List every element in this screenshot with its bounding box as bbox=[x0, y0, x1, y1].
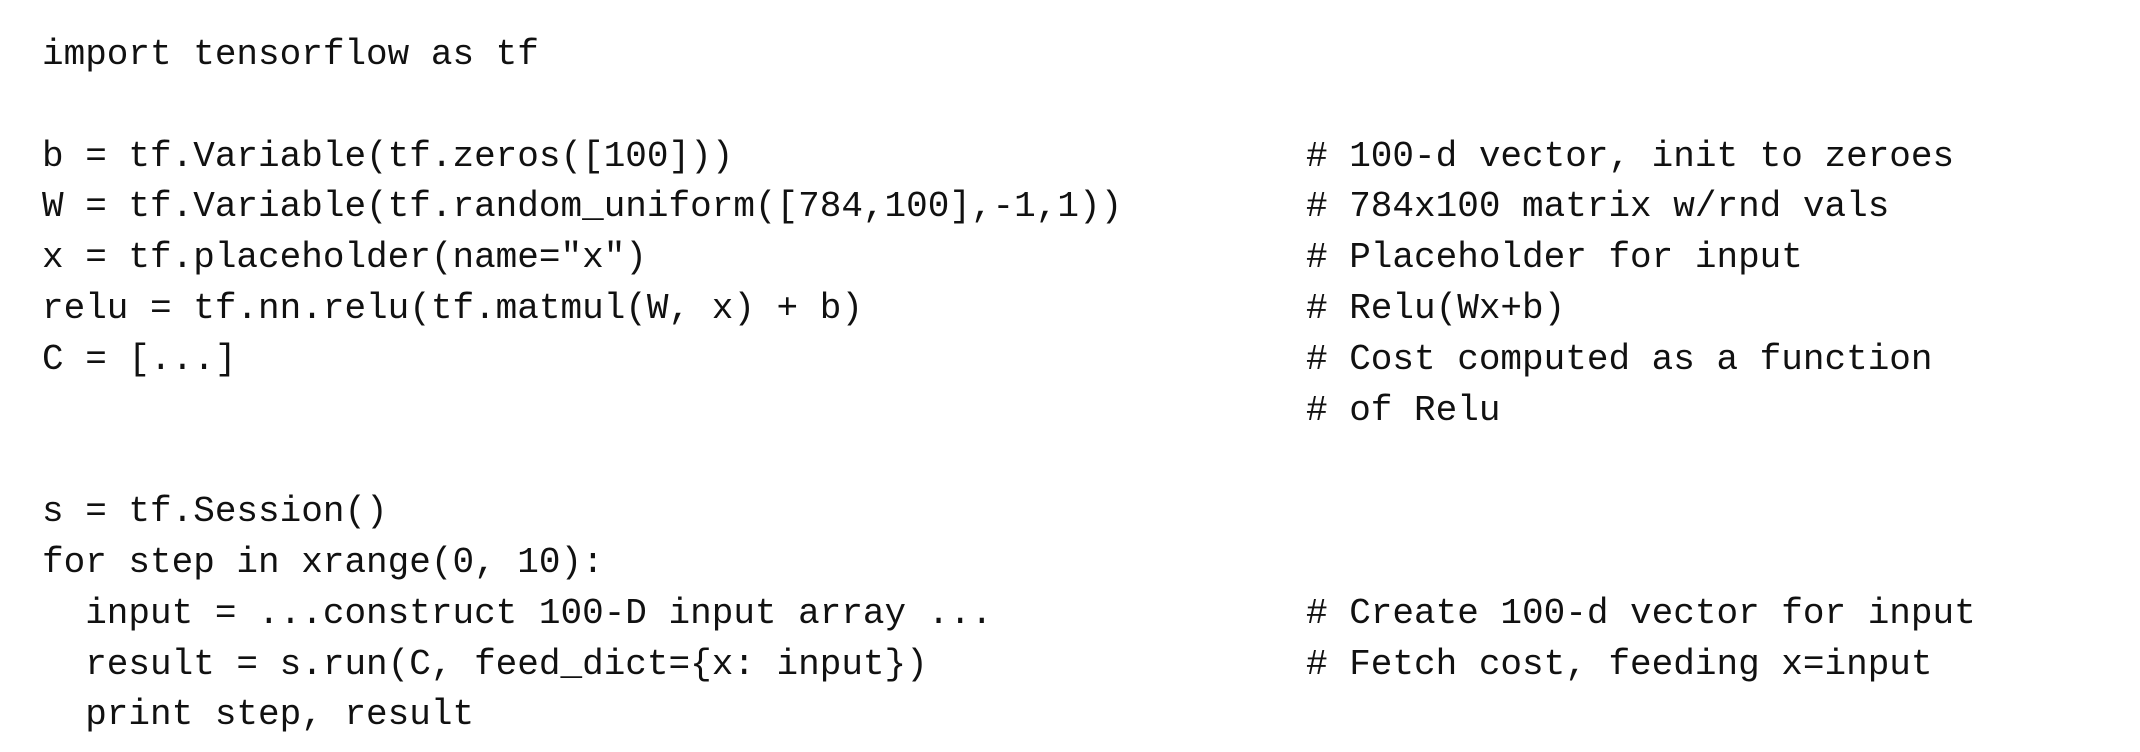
code-text: x = tf.placeholder(name="x") bbox=[42, 237, 647, 279]
code-text: input = ...construct 100-D input array .… bbox=[42, 592, 993, 634]
code-text: relu = tf.nn.relu(tf.matmul(W, x) + b) bbox=[42, 287, 863, 329]
code-line bbox=[42, 436, 2122, 487]
code-line: relu = tf.nn.relu(tf.matmul(W, x) + b) #… bbox=[42, 284, 2122, 335]
code-line: print step, result bbox=[42, 690, 2122, 741]
code-text: b = tf.Variable(tf.zeros([100])) bbox=[42, 135, 734, 177]
code-comment: # of Relu bbox=[1306, 389, 1501, 431]
code-text: print step, result bbox=[42, 694, 475, 736]
code-line: b = tf.Variable(tf.zeros([100])) # 100-d… bbox=[42, 132, 2122, 183]
code-comment: # Relu(Wx+b) bbox=[1306, 287, 1566, 329]
code-line: C = [...] # Cost computed as a function bbox=[42, 335, 2122, 386]
code-text: s = tf.Session() bbox=[42, 491, 388, 533]
code-line: result = s.run(C, feed_dict={x: input}) … bbox=[42, 640, 2122, 691]
code-comment: # Create 100-d vector for input bbox=[1306, 592, 1976, 634]
code-line bbox=[42, 81, 2122, 132]
code-text: import tensorflow as tf bbox=[42, 34, 539, 75]
code-line: # of Relu bbox=[42, 386, 2122, 437]
code-text: C = [...] bbox=[42, 338, 237, 380]
code-text: W = tf.Variable(tf.random_uniform([784,1… bbox=[42, 186, 1123, 228]
code-comment: # 100-d vector, init to zeroes bbox=[1306, 135, 1955, 177]
code-comment: # 784x100 matrix w/rnd vals bbox=[1306, 186, 1890, 228]
code-line: s = tf.Session() bbox=[42, 487, 2122, 538]
code-comment: # Cost computed as a function bbox=[1306, 338, 1933, 380]
code-line: for step in xrange(0, 10): bbox=[42, 538, 2122, 589]
code-listing: import tensorflow as tf b = tf.Variable(… bbox=[42, 30, 2122, 741]
code-line: import tensorflow as tf bbox=[42, 30, 2122, 81]
code-line: W = tf.Variable(tf.random_uniform([784,1… bbox=[42, 182, 2122, 233]
code-comment: # Fetch cost, feeding x=input bbox=[1306, 643, 1933, 685]
code-text: for step in xrange(0, 10): bbox=[42, 541, 604, 583]
code-line: input = ...construct 100-D input array .… bbox=[42, 589, 2122, 640]
code-comment: # Placeholder for input bbox=[1306, 237, 1803, 279]
code-line: x = tf.placeholder(name="x") # Placehold… bbox=[42, 233, 2122, 284]
code-text: result = s.run(C, feed_dict={x: input}) bbox=[42, 643, 928, 685]
